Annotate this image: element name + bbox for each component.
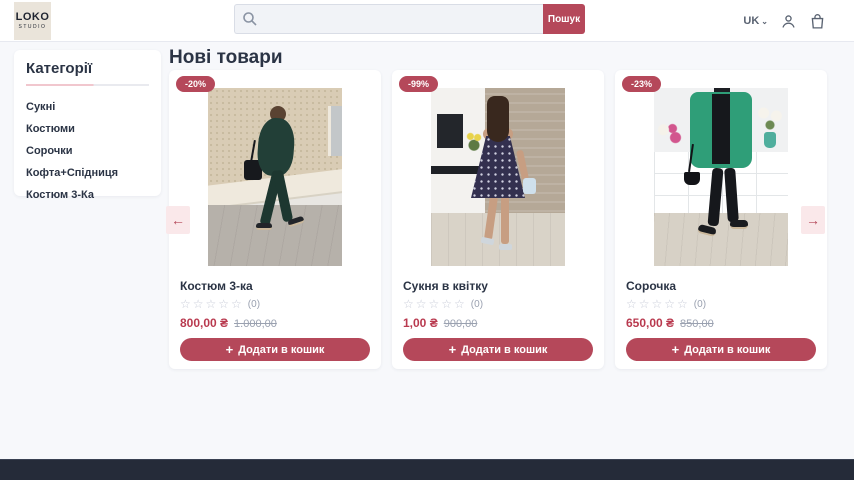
discount-badge: -20% [176,76,215,92]
add-to-cart-label: Додати в кошик [684,344,770,356]
product-title[interactable]: Сорочка [626,279,816,293]
search-bar: Пошук [234,4,585,34]
carousel-next-button[interactable]: → [801,206,825,234]
rating-row: ☆☆☆☆☆ (0) [626,298,816,310]
current-price: 650,00 ₴ [626,316,674,330]
photo-shelf [431,166,485,174]
sidebar-item-sukni[interactable]: Сукні [26,96,149,118]
logo-title: LOKO [16,12,50,23]
price-row: 800,00 ₴ 1.000,00 [180,316,370,330]
current-price: 1,00 ₴ [403,316,438,330]
footer [0,459,854,480]
sidebar-item-kostium-3ka[interactable]: Костюм 3-Ка [26,184,149,206]
header: LOKO STUDIO Пошук UK ⌄ [0,0,854,42]
add-to-cart-label: Додати в кошик [461,344,547,356]
photo-model-shoe [256,223,272,230]
plus-icon: + [672,343,680,356]
categories-list: Сукні Костюми Сорочки Кофта+Спідниця Кос… [26,96,149,206]
price-row: 1,00 ₴ 900,00 [403,316,593,330]
plus-icon: + [226,343,234,356]
search-icon [242,11,258,27]
chevron-down-icon: ⌄ [761,17,768,26]
sidebar-item-sorochky[interactable]: Сорочки [26,140,149,162]
page: LOKO STUDIO Пошук UK ⌄ [0,0,854,480]
sidebar-item-kostiumy[interactable]: Костюми [26,118,149,140]
rating-row: ☆☆☆☆☆ (0) [403,298,593,310]
price-row: 650,00 ₴ 850,00 [626,316,816,330]
search-input[interactable] [234,4,543,34]
add-to-cart-button[interactable]: + Додати в кошик [180,338,370,361]
product-image[interactable] [431,88,565,266]
account-icon[interactable] [780,13,797,30]
language-label: UK [743,15,759,27]
photo-vase [764,132,776,148]
product-image[interactable] [654,88,788,266]
product-carousel: -20% Костюм 3-ка ☆☆☆☆☆ (0) [169,70,827,369]
old-price: 850,00 [680,318,714,330]
sidebar-item-kofta-spidnytsia[interactable]: Кофта+Спідниця [26,162,149,184]
rating-count: (0) [248,299,260,310]
search-button[interactable]: Пошук [543,4,585,34]
photo-flowers [754,104,786,134]
photo-floor [654,213,788,266]
photo-floor [431,213,565,266]
add-to-cart-button[interactable]: + Додати в кошик [403,338,593,361]
language-selector[interactable]: UK ⌄ [743,15,768,27]
photo-model-shoe [730,220,748,229]
photo-model-top [712,94,730,164]
logo-subtitle: STUDIO [19,24,47,30]
rating-row: ☆☆☆☆☆ (0) [180,298,370,310]
star-icons: ☆☆☆☆☆ [626,298,690,310]
photo-bag [684,172,700,185]
current-price: 800,00 ₴ [180,316,228,330]
product-card: -99% Сукня в квітку [392,70,604,369]
old-price: 900,00 [444,318,478,330]
product-card: -20% Костюм 3-ка ☆☆☆☆☆ (0) [169,70,381,369]
photo-model-hair [487,96,509,142]
product-card: -23% Сорочка ☆☆☆☆ [615,70,827,369]
header-actions: UK ⌄ [743,0,826,42]
categories-title: Категорії [26,60,149,77]
discount-badge: -99% [399,76,438,92]
categories-divider [26,84,149,86]
photo-tv [437,114,463,148]
page-title: Нові товари [169,47,283,69]
categories-panel: Категорії Сукні Костюми Сорочки Кофта+Сп… [14,50,161,196]
add-to-cart-button[interactable]: + Додати в кошик [626,338,816,361]
product-info: Костюм 3-ка ☆☆☆☆☆ (0) 800,00 ₴ 1.000,00 … [169,279,381,361]
cart-icon[interactable] [809,13,826,30]
carousel-prev-button[interactable]: ← [166,206,190,234]
photo-model-leg [501,196,509,244]
old-price: 1.000,00 [234,318,277,330]
rating-count: (0) [471,299,483,310]
photo-model-heel [499,244,512,250]
add-to-cart-label: Додати в кошик [238,344,324,356]
star-icons: ☆☆☆☆☆ [180,298,244,310]
photo-bag [523,178,536,194]
product-title[interactable]: Костюм 3-ка [180,279,370,293]
plus-icon: + [449,343,457,356]
star-icons: ☆☆☆☆☆ [403,298,467,310]
photo-flowers [656,122,686,148]
photo-pavement [208,205,342,266]
product-info: Сукня в квітку ☆☆☆☆☆ (0) 1,00 ₴ 900,00 +… [392,279,604,361]
photo-window [328,106,342,156]
rating-count: (0) [694,299,706,310]
product-info: Сорочка ☆☆☆☆☆ (0) 650,00 ₴ 850,00 + Дода… [615,279,827,361]
product-image[interactable] [208,88,342,266]
product-title[interactable]: Сукня в квітку [403,279,593,293]
logo[interactable]: LOKO STUDIO [14,2,51,40]
photo-tulips [465,132,483,154]
discount-badge: -23% [622,76,661,92]
